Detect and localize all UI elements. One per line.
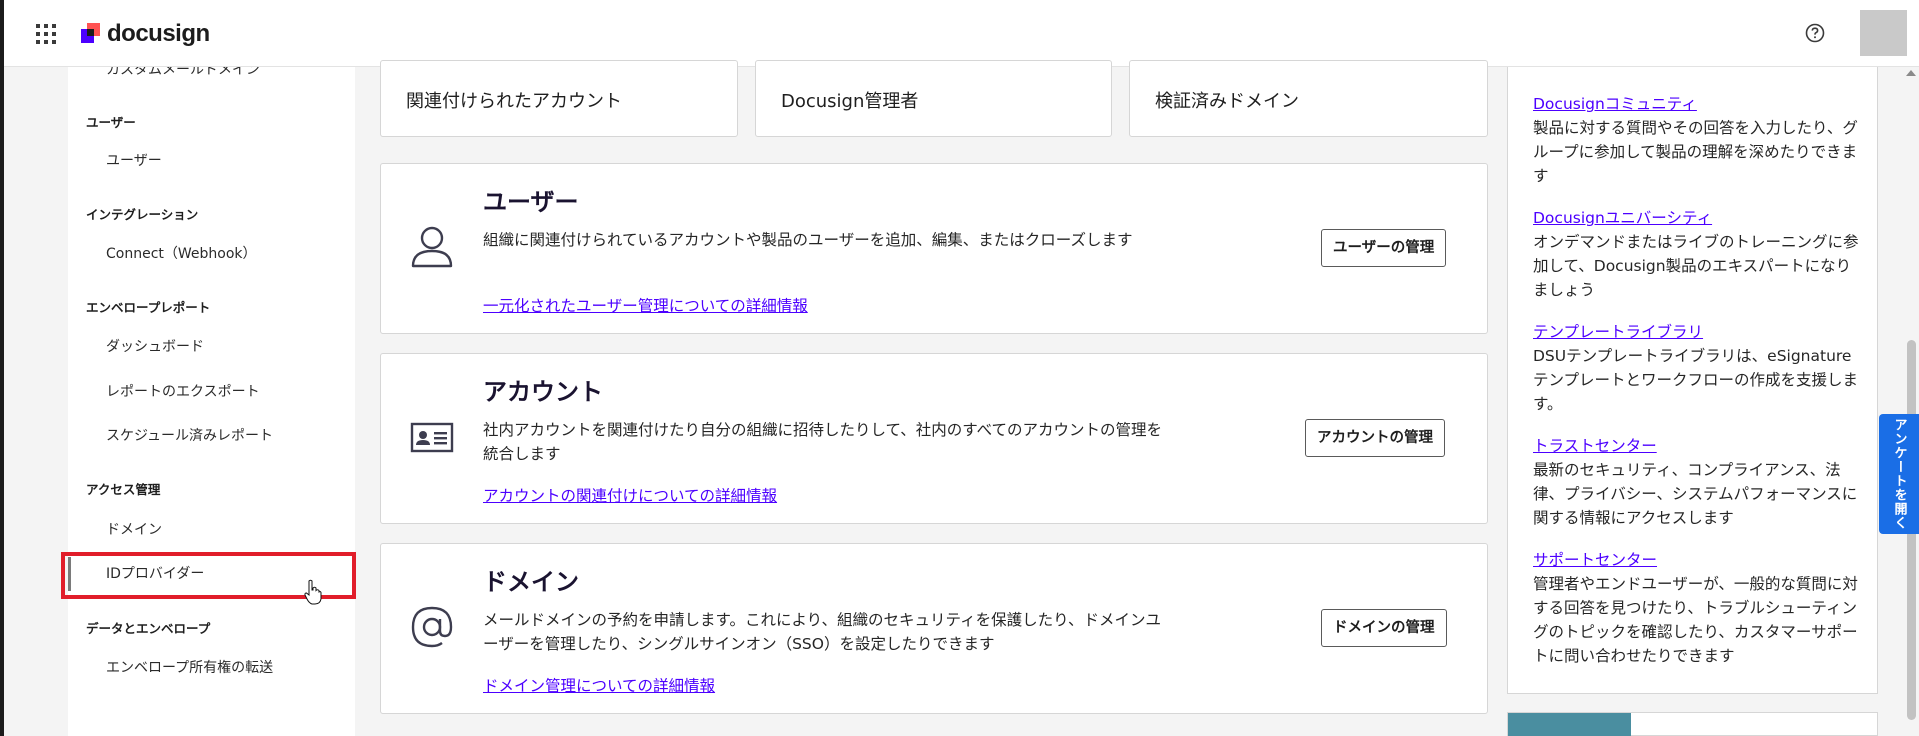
docusign-logo-mark-icon [81,23,100,43]
sidebar-item-scheduled-reports[interactable]: スケジュール済みレポート [68,419,355,453]
sidebar-item-report-export[interactable]: レポートのエクスポート [68,375,355,409]
sidebar-heading-users: ユーザー [86,115,136,130]
sidebar-item-envelope-transfer[interactable]: エンベロープ所有権の転送 [68,651,355,685]
feature-title: ドメイン [483,568,579,596]
learn-more-link[interactable]: 一元化されたユーザー管理についての詳細情報 [483,294,808,316]
logo-text: docusign [107,20,210,47]
resource-link[interactable]: サポートセンター [1533,551,1657,569]
hand-cursor-icon [304,579,322,605]
resources-panel: Docusignコミュニティ 製品に対する質問やその回答を入力したり、グループに… [1507,67,1878,694]
sidebar-item-dashboard[interactable]: ダッシュボード [68,330,355,364]
users-feature-card: ユーザー 組織に関連付けられているアカウントや製品のユーザーを追加、編集、または… [380,163,1488,334]
open-survey-tab[interactable]: アンケートを開く [1879,414,1919,534]
bottom-card [1507,712,1878,736]
help-circle-icon[interactable] [1804,22,1826,44]
bottom-card-banner [1508,713,1631,736]
feature-description: 社内アカウントを関連付けたり自分の組織に招待したりして、社内のすべてのアカウント… [483,421,1163,463]
resource-support-center: サポートセンター 管理者やエンドユーザーが、一般的な質問に対する回答を見つけたり… [1533,548,1863,668]
resource-community: Docusignコミュニティ 製品に対する質問やその回答を入力したり、グループに… [1533,92,1863,188]
manage-domains-button[interactable]: ドメインの管理 [1321,609,1447,647]
sidebar-heading-envelope-reports: エンベロープレポート [86,300,211,315]
resource-link[interactable]: Docusignコミュニティ [1533,95,1697,113]
domains-feature-card: ドメイン メールドメインの予約を申請します。これにより、組織のセキュリティを保護… [380,543,1488,714]
card-label: Docusign管理者 [781,91,919,112]
sidebar-item-custom-mail-domain[interactable]: カスタムメールドメイン [68,67,355,87]
apps-grid-icon[interactable] [34,22,58,46]
docusign-admins-card[interactable]: Docusign管理者 [755,60,1112,137]
resource-description: 管理者やエンドユーザーが、一般的な質問に対する回答を見つけたり、トラブルシューテ… [1533,575,1858,665]
accounts-feature-card: アカウント 社内アカウントを関連付けたり自分の組織に招待したりして、社内のすべて… [380,353,1488,524]
window-frame-edge [0,0,4,736]
at-sign-icon [411,606,453,648]
learn-more-link[interactable]: アカウントの関連付けについての詳細情報 [483,484,777,506]
resource-description: オンデマンドまたはライブのトレーニングに参加して、Docusign製品のエキスパ… [1533,233,1859,299]
survey-tab-label: アンケートを開く [1891,418,1907,530]
scroll-up-arrow-icon[interactable] [1906,70,1916,76]
top-header: docusign [4,0,1919,67]
resource-description: DSUテンプレートライブラリは、eSignatureテンプレートとワークフローの… [1533,347,1859,413]
user-icon [411,226,453,268]
resource-trust-center: トラストセンター 最新のセキュリティ、コンプライアンス、法律、プライバシー、シス… [1533,434,1863,530]
learn-more-link[interactable]: ドメイン管理についての詳細情報 [483,674,715,696]
resource-description: 最新のセキュリティ、コンプライアンス、法律、プライバシー、システムパフォーマンス… [1533,461,1858,527]
avatar[interactable] [1860,10,1907,56]
resource-link[interactable]: テンプレートライブラリ [1533,323,1703,341]
docusign-logo[interactable]: docusign [81,20,210,48]
feature-title: アカウント [483,378,603,406]
feature-description: メールドメインの予約を申請します。これにより、組織のセキュリティを保護したり、ド… [483,611,1161,653]
sidebar-heading-access-management: アクセス管理 [86,482,161,497]
resource-link[interactable]: Docusignユニバーシティ [1533,209,1712,227]
sidebar-heading-data-envelopes: データとエンベロープ [86,621,211,636]
id-card-icon [410,422,454,453]
resource-template-library: テンプレートライブラリ DSUテンプレートライブラリは、eSignatureテン… [1533,320,1863,416]
manage-users-button[interactable]: ユーザーの管理 [1321,229,1447,267]
linked-accounts-card[interactable]: 関連付けられたアカウント [380,60,738,137]
feature-title: ユーザー [483,188,579,216]
resource-description: 製品に対する質問やその回答を入力したり、グループに参加して製品の理解を深めたりで… [1533,119,1858,185]
sidebar-heading-integration: インテグレーション [86,207,199,222]
sidebar-item-users[interactable]: ユーザー [68,144,355,178]
card-label: 検証済みドメイン [1155,91,1299,112]
card-label: 関連付けられたアカウント [406,91,622,112]
sidebar-item-domains[interactable]: ドメイン [68,513,355,547]
resource-university: Docusignユニバーシティ オンデマンドまたはライブのトレーニングに参加して… [1533,206,1863,302]
left-sidebar: カスタムメールドメイン ユーザー ユーザー インテグレーション Connect（… [68,67,355,736]
manage-accounts-button[interactable]: アカウントの管理 [1305,419,1445,457]
verified-domains-card[interactable]: 検証済みドメイン [1129,60,1488,137]
resource-link[interactable]: トラストセンター [1533,437,1657,455]
feature-description: 組織に関連付けられているアカウントや製品のユーザーを追加、編集、またはクローズし… [483,231,1133,249]
sidebar-item-connect[interactable]: Connect（Webhook） [68,237,355,271]
